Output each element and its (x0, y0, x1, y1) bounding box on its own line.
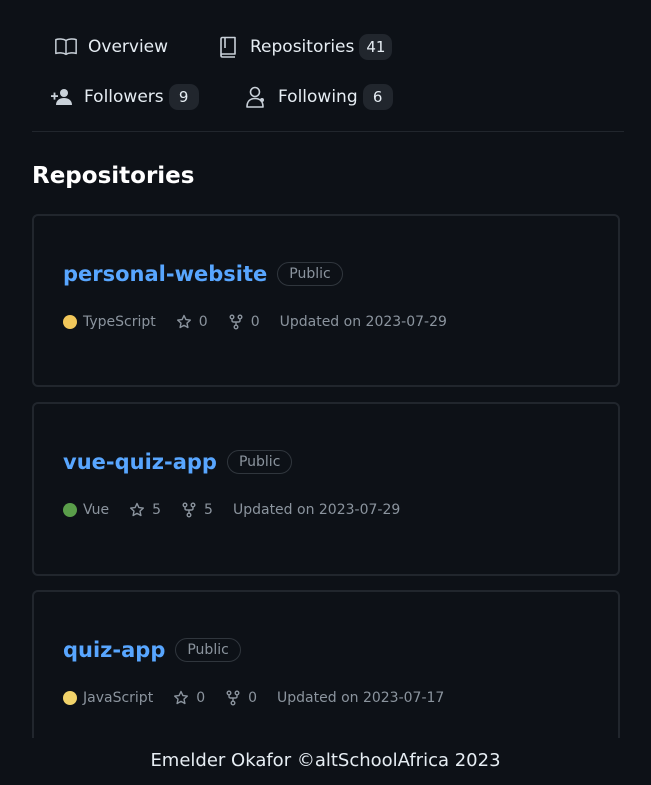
repo-header: vue-quiz-app Public (63, 450, 293, 474)
profile-nav: Overview Repositories 41 Followers 9 Fol… (32, 0, 624, 132)
repo-name-link[interactable]: quiz-app (63, 638, 165, 662)
repo-card: quiz-app Public JavaScript 0 0 Updated o… (32, 590, 620, 750)
fork-icon (182, 502, 196, 518)
language-color-dot (63, 691, 77, 705)
repo-meta: Vue 5 5 Updated on 2023-07-29 (63, 502, 400, 518)
people-icon (244, 85, 268, 109)
nav-overview[interactable]: Overview (54, 32, 168, 62)
repo-language: JavaScript (63, 690, 153, 706)
fork-count: 0 (248, 690, 258, 706)
language-label: TypeScript (83, 314, 156, 330)
repo-language: Vue (63, 502, 109, 518)
star-icon (176, 314, 191, 329)
repo-name-link[interactable]: vue-quiz-app (63, 450, 217, 474)
footer-credit: Emelder Okafor ©altSchoolAfrica 2023 (150, 750, 501, 771)
star-count: 0 (198, 314, 208, 330)
fork-icon (226, 690, 240, 706)
repo-header: quiz-app Public (63, 638, 241, 662)
repo-stars[interactable]: 0 (176, 314, 208, 330)
star-icon (130, 502, 145, 517)
nav-repositories[interactable]: Repositories 41 (216, 32, 393, 62)
nav-followers[interactable]: Followers 9 (50, 82, 199, 112)
repo-icon (216, 35, 240, 59)
repositories-count-badge: 41 (359, 34, 393, 60)
repo-language: TypeScript (63, 314, 156, 330)
fork-icon (229, 314, 243, 330)
fork-count: 0 (250, 314, 260, 330)
profile-page: Overview Repositories 41 Followers 9 Fol… (0, 0, 651, 785)
language-label: JavaScript (83, 690, 154, 706)
repo-forks[interactable]: 0 (228, 314, 260, 330)
repo-meta: JavaScript 0 0 Updated on 2023-07-17 (63, 690, 444, 706)
following-count-badge: 6 (362, 84, 393, 110)
section-title: Repositories (32, 163, 195, 189)
language-label: Vue (83, 502, 110, 518)
star-count: 5 (152, 502, 162, 518)
repo-meta: TypeScript 0 0 Updated on 2023-07-29 (63, 314, 447, 330)
repo-stars[interactable]: 0 (173, 690, 205, 706)
language-color-dot (63, 503, 77, 517)
star-icon (174, 690, 189, 705)
star-count: 0 (196, 690, 206, 706)
repo-card: vue-quiz-app Public Vue 5 5 Updated on 2… (32, 402, 620, 576)
person-add-icon (50, 85, 74, 109)
visibility-badge: Public (175, 638, 241, 662)
repo-stars[interactable]: 5 (129, 502, 161, 518)
repo-forks[interactable]: 0 (225, 690, 257, 706)
fork-count: 5 (204, 502, 213, 518)
repo-updated: Updated on 2023-07-29 (232, 502, 401, 518)
repo-card: personal-website Public TypeScript 0 0 U… (32, 214, 620, 387)
repo-name-link[interactable]: personal-website (63, 262, 267, 286)
repo-updated: Updated on 2023-07-17 (277, 690, 445, 706)
nav-following-label: Following (278, 87, 358, 107)
repo-header: personal-website Public (63, 262, 343, 286)
nav-repositories-label: Repositories (250, 37, 355, 57)
repo-forks[interactable]: 5 (181, 502, 213, 518)
repo-updated: Updated on 2023-07-29 (279, 314, 447, 330)
nav-overview-label: Overview (88, 37, 169, 57)
visibility-badge: Public (277, 262, 343, 286)
language-color-dot (63, 315, 77, 329)
followers-count-badge: 9 (168, 84, 199, 110)
visibility-badge: Public (226, 450, 293, 474)
nav-following[interactable]: Following 6 (244, 82, 393, 112)
nav-followers-label: Followers (84, 87, 164, 107)
book-open-icon (54, 35, 78, 59)
